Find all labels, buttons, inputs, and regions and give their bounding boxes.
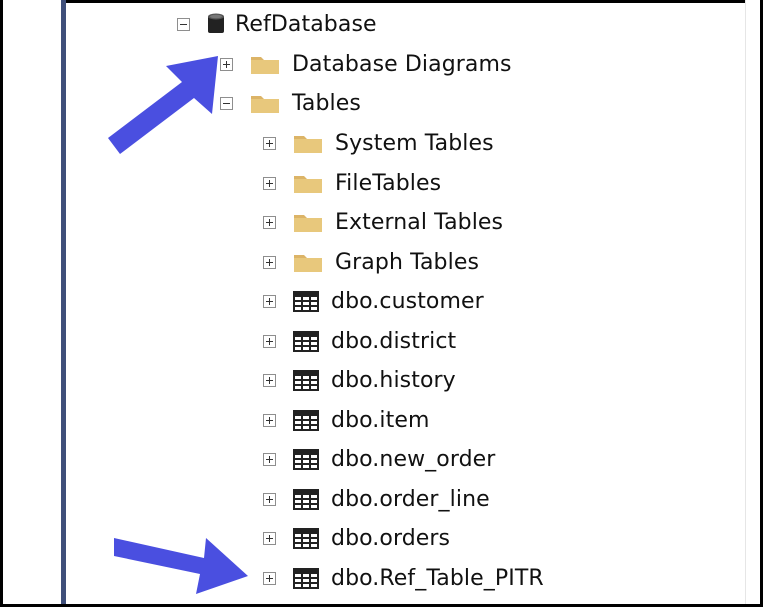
tree-node-label: External Tables: [335, 209, 504, 235]
expand-toggle[interactable]: [263, 413, 276, 427]
collapse-toggle[interactable]: [177, 17, 190, 31]
expand-toggle[interactable]: [263, 136, 276, 150]
folder-icon: [250, 92, 280, 114]
annotation-arrow-up-icon: [108, 56, 218, 154]
expand-toggle[interactable]: [263, 294, 276, 308]
tree-node-table[interactable]: dbo.customer: [263, 281, 484, 321]
expand-toggle[interactable]: [263, 215, 276, 229]
folder-icon: [293, 132, 323, 154]
table-icon: [293, 330, 319, 352]
table-icon: [293, 369, 319, 391]
table-icon: [293, 488, 319, 510]
tree-node-label: FileTables: [335, 170, 442, 196]
tree-node-label: Graph Tables: [335, 249, 480, 275]
tree-node-table[interactable]: dbo.history: [263, 360, 456, 400]
tree-node-label: dbo.customer: [331, 288, 484, 314]
tree-node-label: dbo.Ref_Table_PITR: [331, 565, 544, 591]
expand-toggle[interactable]: [263, 334, 276, 348]
folder-icon: [250, 53, 280, 75]
tree-node-label: dbo.orders: [331, 525, 451, 551]
table-icon: [293, 448, 319, 470]
tree-node-table[interactable]: dbo.orders: [263, 518, 450, 558]
tree-node-label: Tables: [292, 90, 361, 116]
table-icon: [293, 567, 319, 589]
tree-node-tables[interactable]: Tables: [220, 83, 361, 123]
tree-node-label: RefDatabase: [235, 11, 377, 37]
tree-node-label: dbo.order_line: [331, 486, 490, 512]
expand-toggle[interactable]: [263, 176, 276, 190]
tree-node-table[interactable]: dbo.order_line: [263, 479, 490, 519]
tree-node-table[interactable]: dbo.district: [263, 321, 456, 361]
tree-node-label: Database Diagrams: [292, 51, 512, 77]
expand-toggle[interactable]: [263, 492, 276, 506]
tree-node-database-diagrams[interactable]: Database Diagrams: [220, 44, 512, 84]
tree-node-refdatabase[interactable]: RefDatabase: [177, 4, 377, 44]
table-icon: [293, 409, 319, 431]
folder-icon: [293, 172, 323, 194]
tree-node-label: System Tables: [335, 130, 494, 156]
left-gutter: [3, 0, 61, 604]
tree-node-system-tables[interactable]: System Tables: [263, 123, 494, 163]
tree-node-table[interactable]: dbo.item: [263, 400, 430, 440]
vertical-scrollbar[interactable]: [745, 0, 760, 604]
tree-node-table[interactable]: dbo.new_order: [263, 439, 495, 479]
table-icon: [293, 527, 319, 549]
expand-toggle[interactable]: [263, 255, 276, 269]
tree-node-graph-tables[interactable]: Graph Tables: [263, 242, 479, 282]
database-icon: [207, 13, 225, 35]
panel-divider: [61, 0, 66, 604]
tree-node-external-tables[interactable]: External Tables: [263, 202, 503, 242]
tree-node-filetables[interactable]: FileTables: [263, 163, 441, 203]
folder-icon: [293, 251, 323, 273]
folder-icon: [293, 211, 323, 233]
expand-toggle[interactable]: [263, 531, 276, 545]
expand-toggle[interactable]: [263, 571, 276, 585]
tree-node-label: dbo.new_order: [331, 446, 496, 472]
annotation-arrow-right-icon: [114, 538, 248, 594]
table-icon: [293, 290, 319, 312]
tree-node-table-ref-table-pitr[interactable]: dbo.Ref_Table_PITR: [263, 558, 544, 598]
tree-node-label: dbo.item: [331, 407, 430, 433]
expand-toggle[interactable]: [263, 373, 276, 387]
tree-node-label: dbo.district: [331, 328, 457, 354]
expand-toggle[interactable]: [263, 452, 276, 466]
tree-node-label: dbo.history: [331, 367, 456, 393]
